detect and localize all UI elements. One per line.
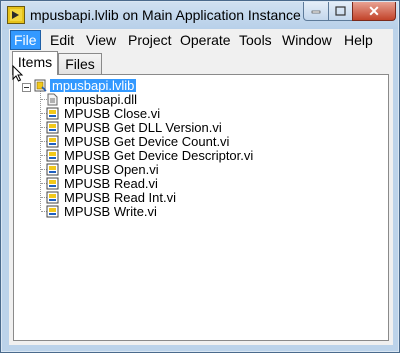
tree-item[interactable]: MPUSB Get Device Count.vi xyxy=(41,134,346,149)
tree-root-label[interactable]: mpusbapi.lvlib xyxy=(50,79,137,92)
minimize-button[interactable] xyxy=(303,2,329,21)
tree-item[interactable]: mpusbapi.dll xyxy=(41,92,346,107)
vi-icon xyxy=(46,205,59,218)
menu-operate[interactable]: Operate xyxy=(177,31,234,49)
vi-icon xyxy=(46,135,59,148)
minimize-icon xyxy=(311,10,321,14)
close-button[interactable]: ✕ xyxy=(352,2,396,21)
vi-icon xyxy=(46,163,59,176)
labview-app-icon xyxy=(7,6,25,24)
tree-item[interactable]: MPUSB Write.vi xyxy=(41,204,346,219)
project-explorer-panel: Items Files mpusbapi.lvlib mpusbapi.dll … xyxy=(9,51,393,345)
menu-project[interactable]: Project xyxy=(125,31,175,49)
tree-item-label: MPUSB Read Int.vi xyxy=(64,190,176,205)
tree-item[interactable]: MPUSB Get Device Descriptor.vi xyxy=(41,148,366,163)
dll-file-icon xyxy=(47,93,58,106)
tree-item-label: MPUSB Read.vi xyxy=(64,176,158,191)
tree-item-label: mpusbapi.dll xyxy=(64,92,137,107)
title-bar[interactable]: mpusbapi.lvlib on Main Application Insta… xyxy=(2,2,398,29)
collapse-icon[interactable] xyxy=(22,83,31,92)
maximize-button[interactable] xyxy=(328,2,353,21)
mouse-cursor-icon xyxy=(12,65,24,82)
close-icon: ✕ xyxy=(368,2,380,19)
menu-window[interactable]: Window xyxy=(279,31,335,49)
tree-root-row[interactable]: mpusbapi.lvlib xyxy=(20,79,220,92)
tree-item[interactable]: MPUSB Read.vi xyxy=(41,176,346,191)
menu-help[interactable]: Help xyxy=(341,31,376,49)
tree-item[interactable]: MPUSB Close.vi xyxy=(41,106,346,121)
tree-guide-line xyxy=(40,91,41,210)
tree-item[interactable]: MPUSB Read Int.vi xyxy=(41,190,346,205)
vi-icon xyxy=(46,149,59,162)
vi-icon xyxy=(46,107,59,120)
maximize-icon xyxy=(335,6,346,16)
tree-item-label: MPUSB Get Device Descriptor.vi xyxy=(64,148,254,163)
window-title: mpusbapi.lvlib on Main Application Insta… xyxy=(30,7,301,23)
menu-bar: File Edit View Project Operate Tools Win… xyxy=(9,29,393,51)
tree-item[interactable]: MPUSB Open.vi xyxy=(41,162,346,177)
tree-item-label: MPUSB Open.vi xyxy=(64,162,159,177)
menu-file[interactable]: File xyxy=(11,31,40,49)
menu-edit[interactable]: Edit xyxy=(47,31,77,49)
tree-item-label: MPUSB Write.vi xyxy=(64,204,157,219)
vi-icon xyxy=(46,191,59,204)
tab-files[interactable]: Files xyxy=(58,53,102,74)
vi-icon xyxy=(46,121,59,134)
library-icon xyxy=(34,79,47,92)
menu-view[interactable]: View xyxy=(83,31,119,49)
tree-item-label: MPUSB Get Device Count.vi xyxy=(64,134,230,149)
tree-item-label: MPUSB Close.vi xyxy=(64,106,161,121)
project-window: mpusbapi.lvlib on Main Application Insta… xyxy=(0,0,400,353)
vi-icon xyxy=(46,177,59,190)
project-tree[interactable]: mpusbapi.lvlib mpusbapi.dll MPUSB Close.… xyxy=(13,74,389,341)
tree-item-label: MPUSB Get DLL Version.vi xyxy=(64,120,222,135)
menu-tools[interactable]: Tools xyxy=(236,31,275,49)
tree-item[interactable]: MPUSB Get DLL Version.vi xyxy=(41,120,346,135)
